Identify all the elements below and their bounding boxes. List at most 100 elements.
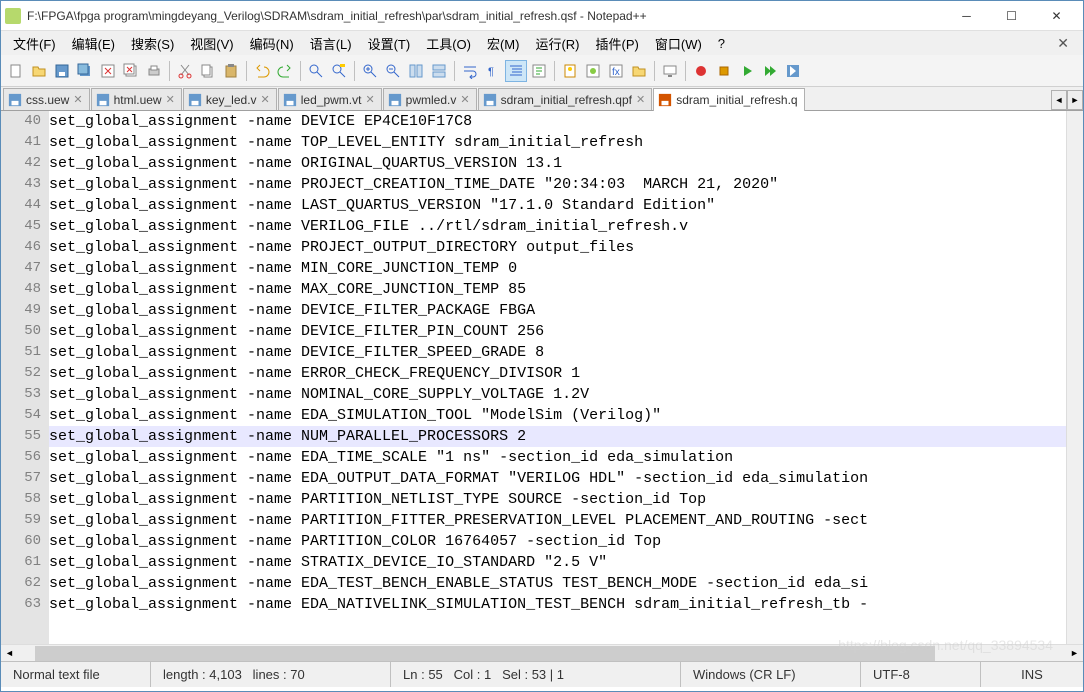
menu-language[interactable]: 语言(L) — [302, 32, 360, 55]
save-icon — [483, 93, 497, 107]
statusbar: Normal text file length : 4,103 lines : … — [1, 661, 1083, 687]
save-icon — [388, 93, 402, 107]
menu-search[interactable]: 搜索(S) — [123, 32, 182, 55]
tabbar: css.uew ✕ html.uew ✕ key_led.v ✕ led_pwm.vt… — [1, 87, 1083, 111]
tab-close-icon[interactable]: ✕ — [261, 93, 270, 106]
tab-label: pwmled.v — [406, 93, 457, 107]
sync-h-button[interactable] — [428, 60, 450, 82]
editor[interactable]: 4041424344454647484950515253545556575859… — [1, 111, 1083, 644]
tab-scroll-left-button[interactable]: ◄ — [1051, 90, 1067, 110]
window-controls: ─ ☐ ✕ — [944, 2, 1079, 30]
tab-qpf[interactable]: sdram_initial_refresh.qpf ✕ — [478, 88, 653, 110]
scroll-right-icon[interactable]: ► — [1066, 646, 1083, 661]
replace-button[interactable] — [328, 60, 350, 82]
sync-v-button[interactable] — [405, 60, 427, 82]
open-file-button[interactable] — [28, 60, 50, 82]
indent-guide-button[interactable] — [505, 60, 527, 82]
toolbar-separator — [685, 61, 686, 81]
menu-settings[interactable]: 设置(T) — [360, 32, 419, 55]
cut-button[interactable] — [174, 60, 196, 82]
new-file-button[interactable] — [5, 60, 27, 82]
tab-scroll-right-button[interactable]: ► — [1067, 90, 1083, 110]
tab-label: html.uew — [114, 93, 162, 107]
print-button[interactable] — [143, 60, 165, 82]
tab-pwmled[interactable]: pwmled.v✕ — [383, 88, 477, 110]
play-multi-button[interactable] — [759, 60, 781, 82]
tab-keyled[interactable]: key_led.v ✕ — [183, 88, 277, 110]
tab-close-icon[interactable]: ✕ — [166, 93, 175, 106]
menu-edit[interactable]: 编辑(E) — [64, 32, 123, 55]
vertical-scrollbar[interactable] — [1066, 111, 1083, 644]
svg-text:fx: fx — [612, 67, 620, 78]
svg-text:¶: ¶ — [488, 66, 494, 78]
tab-css[interactable]: css.uew ✕ — [3, 88, 90, 110]
menu-macro[interactable]: 宏(M) — [479, 32, 528, 55]
redo-button[interactable] — [274, 60, 296, 82]
tab-close-icon[interactable]: ✕ — [365, 93, 374, 106]
menu-encoding[interactable]: 编码(N) — [242, 32, 302, 55]
close-file-button[interactable] — [97, 60, 119, 82]
save-all-button[interactable] — [74, 60, 96, 82]
mdi-close-button[interactable]: ✕ — [1047, 35, 1079, 52]
zoom-out-button[interactable] — [382, 60, 404, 82]
stop-macro-button[interactable] — [713, 60, 735, 82]
minimize-button[interactable]: ─ — [944, 2, 989, 30]
doc-map-button[interactable] — [559, 60, 581, 82]
user-lang-button[interactable] — [528, 60, 550, 82]
save-icon — [188, 93, 202, 107]
close-button[interactable]: ✕ — [1034, 2, 1079, 30]
menu-help[interactable]: ? — [710, 34, 733, 53]
menu-view[interactable]: 视图(V) — [182, 32, 241, 55]
copy-button[interactable] — [197, 60, 219, 82]
tab-close-icon[interactable]: ✕ — [460, 93, 469, 106]
play-macro-button[interactable] — [736, 60, 758, 82]
func-list-button[interactable]: fx — [605, 60, 627, 82]
status-eol: Windows (CR LF) — [681, 662, 861, 687]
tab-ledpwm[interactable]: led_pwm.vt✕ — [278, 88, 382, 110]
monitor-button[interactable] — [659, 60, 681, 82]
folder-tree-button[interactable] — [628, 60, 650, 82]
menu-run[interactable]: 运行(R) — [527, 32, 587, 55]
status-length: length : 4,103 lines : 70 — [151, 662, 391, 687]
zoom-in-button[interactable] — [359, 60, 381, 82]
tab-scroll: ◄ ► — [1051, 90, 1083, 110]
tab-label: css.uew — [26, 93, 69, 107]
tab-close-icon[interactable]: ✕ — [73, 93, 82, 106]
tab-qsf-active[interactable]: sdram_initial_refresh.q — [653, 88, 804, 111]
menu-window[interactable]: 窗口(W) — [647, 32, 710, 55]
app-icon — [5, 8, 21, 24]
toolbar-separator — [300, 61, 301, 81]
menu-plugins[interactable]: 插件(P) — [588, 32, 647, 55]
menu-file[interactable]: 文件(F) — [5, 32, 64, 55]
paste-button[interactable] — [220, 60, 242, 82]
toolbar-separator — [654, 61, 655, 81]
save-icon — [8, 93, 22, 107]
titlebar: F:\FPGA\fpga program\mingdeyang_Verilog\… — [1, 1, 1083, 31]
show-all-chars-button[interactable]: ¶ — [482, 60, 504, 82]
code-area[interactable]: set_global_assignment -name DEVICE EP4CE… — [49, 111, 1066, 644]
doc-list-button[interactable] — [582, 60, 604, 82]
toolbar: ¶ fx — [1, 55, 1083, 87]
save-macro-button[interactable] — [782, 60, 804, 82]
save-button[interactable] — [51, 60, 73, 82]
toolbar-separator — [169, 61, 170, 81]
status-encoding: UTF-8 — [861, 662, 981, 687]
tab-close-icon[interactable]: ✕ — [636, 93, 645, 106]
tab-label: sdram_initial_refresh.qpf — [501, 93, 632, 107]
tab-label: key_led.v — [206, 93, 257, 107]
tab-label: led_pwm.vt — [301, 93, 362, 107]
menu-tools[interactable]: 工具(O) — [418, 32, 479, 55]
undo-button[interactable] — [251, 60, 273, 82]
scroll-left-icon[interactable]: ◄ — [1, 646, 18, 661]
save-icon — [283, 93, 297, 107]
save-icon — [658, 93, 672, 107]
word-wrap-button[interactable] — [459, 60, 481, 82]
find-button[interactable] — [305, 60, 327, 82]
record-macro-button[interactable] — [690, 60, 712, 82]
scroll-thumb[interactable] — [35, 646, 935, 661]
horizontal-scrollbar[interactable]: ◄ ► — [1, 644, 1083, 661]
maximize-button[interactable]: ☐ — [989, 2, 1034, 30]
tab-html[interactable]: html.uew ✕ — [91, 88, 182, 110]
close-all-button[interactable] — [120, 60, 142, 82]
save-icon — [96, 93, 110, 107]
